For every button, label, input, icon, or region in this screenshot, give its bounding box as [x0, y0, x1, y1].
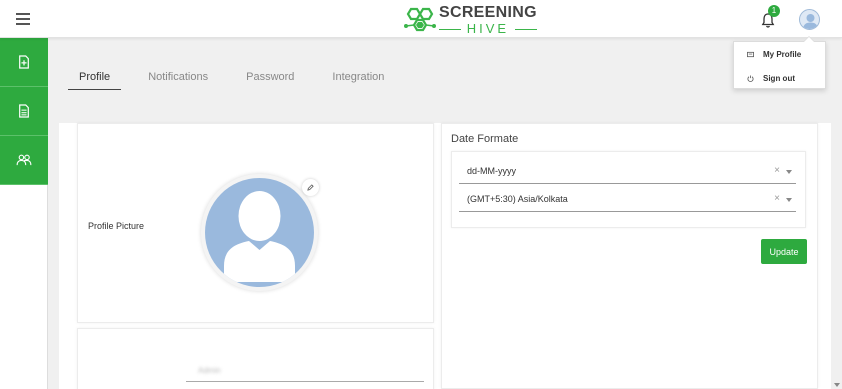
profile-details-card: Admin: [77, 328, 434, 389]
sidebar-item-documents[interactable]: [0, 87, 48, 136]
name-field-value: Admin: [198, 366, 221, 375]
tab-integration[interactable]: Integration: [321, 71, 395, 90]
power-icon: [747, 74, 754, 82]
clear-icon[interactable]: ×: [774, 165, 780, 176]
pencil-icon: [307, 184, 314, 191]
scroll-down-arrow-icon[interactable]: [834, 383, 840, 387]
logo-subtitle: HIVE: [439, 22, 537, 35]
update-button[interactable]: Update: [761, 239, 807, 264]
menu-item-my-profile[interactable]: My Profile: [734, 42, 825, 66]
profile-picture: [201, 174, 318, 291]
date-format-title: Date Formate: [451, 133, 519, 145]
timezone-select[interactable]: (GMT+5:30) Asia/Kolkata ×: [459, 189, 796, 212]
timezone-value: (GMT+5:30) Asia/Kolkata: [467, 194, 568, 204]
hamburger-menu-icon[interactable]: [16, 13, 30, 25]
menu-item-label: My Profile: [763, 49, 802, 59]
settings-panel: Profile Picture Admin Date Formate dd-MM…: [59, 123, 831, 389]
date-format-select[interactable]: dd-MM-yyyy ×: [459, 161, 796, 184]
hive-logo-icon: [404, 7, 436, 32]
add-document-icon: [19, 55, 29, 69]
document-icon: [19, 104, 29, 118]
chevron-down-icon[interactable]: [786, 170, 792, 174]
logo-title: SCREENING: [439, 4, 537, 21]
default-avatar-icon: [224, 191, 295, 282]
user-menu-dropdown: My Profile Sign out: [733, 36, 826, 90]
profile-picture-card: Profile Picture: [77, 123, 434, 323]
app-logo[interactable]: SCREENING HIVE: [403, 5, 537, 35]
profile-card-icon: [747, 51, 754, 57]
user-avatar-icon[interactable]: [799, 9, 820, 30]
sidebar-item-users[interactable]: [0, 136, 48, 185]
edit-picture-button[interactable]: [302, 179, 319, 196]
tab-profile[interactable]: Profile: [68, 71, 122, 90]
top-bar: SCREENING HIVE 1: [0, 0, 842, 38]
menu-item-label: Sign out: [763, 73, 795, 83]
notification-badge: 1: [768, 5, 780, 17]
date-format-value: dd-MM-yyyy: [467, 166, 516, 176]
clear-icon[interactable]: ×: [774, 193, 780, 204]
sidebar: [0, 38, 48, 389]
tab-password[interactable]: Password: [235, 71, 305, 90]
sidebar-item-add-document[interactable]: [0, 38, 48, 87]
menu-item-sign-out[interactable]: Sign out: [734, 66, 825, 90]
date-format-card: Date Formate dd-MM-yyyy × (GMT+5:30) Asi…: [441, 123, 818, 389]
name-field[interactable]: Admin: [186, 364, 424, 382]
settings-tabs: Profile Notifications Password Integrati…: [68, 71, 411, 90]
format-select-group: dd-MM-yyyy × (GMT+5:30) Asia/Kolkata ×: [451, 151, 806, 228]
chevron-down-icon[interactable]: [786, 198, 792, 202]
main-content: Profile Notifications Password Integrati…: [48, 38, 842, 389]
tab-notifications[interactable]: Notifications: [137, 71, 219, 90]
profile-picture-label: Profile Picture: [88, 221, 145, 231]
users-icon: [16, 154, 32, 166]
